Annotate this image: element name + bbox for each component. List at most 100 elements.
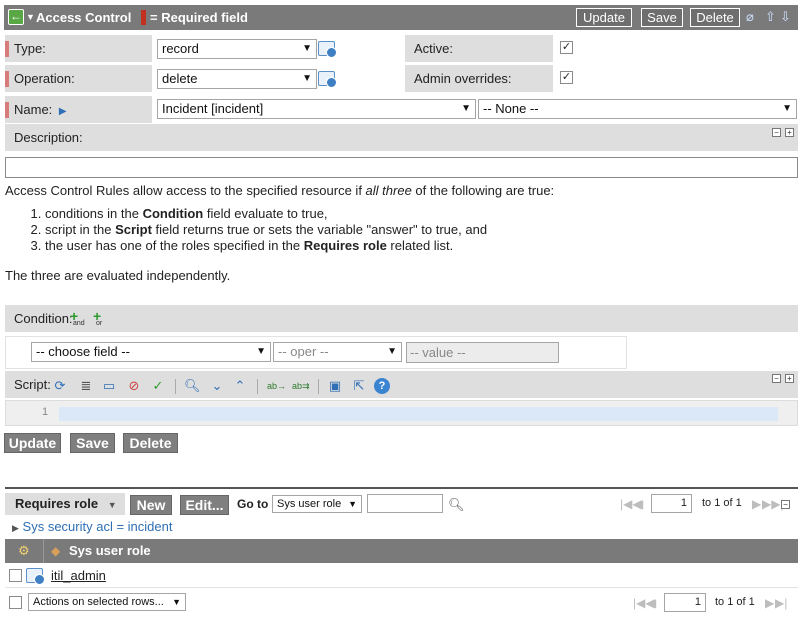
- arrow-up-icon[interactable]: ⇧: [765, 9, 776, 25]
- script-label-cell: Script:: [5, 371, 798, 398]
- page-info: to 1 of 1: [702, 497, 742, 509]
- condition-oper-value: -- oper --: [278, 344, 329, 359]
- reference-lookup-icon[interactable]: [318, 41, 337, 58]
- info-item-strong: Script: [115, 222, 152, 237]
- column-header-sys-user-role[interactable]: Sys user role: [69, 543, 151, 558]
- and-label: and: [73, 320, 85, 327]
- chevron-down-icon: ▼: [172, 597, 181, 607]
- toolbar-divider: [257, 379, 258, 394]
- script-editor[interactable]: 1: [5, 400, 798, 426]
- condition-field-select[interactable]: -- choose field -- ▼: [31, 342, 271, 362]
- help-icon[interactable]: ?: [374, 378, 390, 394]
- next-page-icon[interactable]: ▶: [752, 497, 761, 511]
- search-icon[interactable]: 🔍︎: [448, 497, 465, 513]
- collapse-icon[interactable]: −: [781, 500, 790, 509]
- gear-icon[interactable]: ⚙: [18, 543, 30, 559]
- collapse-icon[interactable]: −: [772, 374, 781, 383]
- toggle-syntax-icon[interactable]: ⟳: [52, 378, 68, 394]
- chevron-down-icon: ▼: [256, 346, 266, 357]
- info-list-item: the user has one of the roles specified …: [45, 238, 795, 254]
- toolbar-divider: [175, 379, 176, 394]
- info-intro: Access Control Rules allow access to the…: [5, 182, 795, 200]
- find-previous-icon[interactable]: ⌃: [232, 378, 248, 394]
- caret-right-icon[interactable]: ▶: [59, 106, 67, 117]
- format-code-icon[interactable]: ≣: [78, 378, 94, 394]
- previous-page-icon[interactable]: ◀: [634, 497, 643, 511]
- form-title: Access Control: [36, 10, 132, 25]
- goto-field-select[interactable]: Sys user role ▼: [272, 495, 362, 513]
- type-select[interactable]: record ▼: [157, 39, 317, 59]
- name-table-select[interactable]: Incident [incident] ▼: [157, 99, 476, 119]
- page-number-input[interactable]: 1: [651, 494, 692, 513]
- actions-value: Actions on selected rows...: [33, 596, 164, 608]
- edit-button[interactable]: Edit...: [180, 495, 229, 515]
- name-label: Name:: [14, 102, 53, 117]
- condition-oper-select[interactable]: -- oper -- ▼: [273, 342, 402, 362]
- chevron-down-icon: ▼: [782, 103, 792, 114]
- save-button[interactable]: Save: [70, 433, 115, 453]
- active-checkbox[interactable]: ✓: [560, 41, 573, 54]
- last-page-icon[interactable]: ▶|: [775, 596, 787, 610]
- find-next-icon[interactable]: ⌄: [209, 378, 225, 394]
- attachment-icon[interactable]: ⌀: [746, 9, 754, 25]
- admin-overrides-checkbox[interactable]: ✓: [560, 71, 573, 84]
- save-button[interactable]: Save: [641, 8, 683, 27]
- collapse-icon[interactable]: −: [772, 128, 781, 137]
- description-textarea[interactable]: [5, 157, 798, 178]
- chevron-down-icon: ▼: [461, 103, 471, 114]
- new-button[interactable]: New: [130, 495, 172, 515]
- requires-role-tab[interactable]: Requires role ▼: [5, 493, 125, 515]
- previous-page-icon[interactable]: ◀: [647, 596, 656, 610]
- fullscreen-icon[interactable]: ⇱: [351, 378, 367, 394]
- column-context-icon[interactable]: ◆: [51, 544, 60, 558]
- actions-select[interactable]: Actions on selected rows... ▼: [28, 593, 186, 611]
- check-syntax-icon[interactable]: ✓: [150, 378, 166, 394]
- filter-breadcrumb[interactable]: ▶ Sys security acl = incident: [12, 519, 172, 534]
- info-item-text: conditions in the: [45, 206, 143, 221]
- name-field-value: -- None --: [483, 101, 539, 116]
- expand-icon[interactable]: +: [785, 128, 794, 137]
- access-rules-info: Access Control Rules allow access to the…: [5, 182, 795, 285]
- reference-lookup-icon[interactable]: [26, 568, 45, 585]
- chevron-down-icon: ▼: [348, 499, 357, 509]
- list-search-input[interactable]: [367, 494, 443, 513]
- search-icon[interactable]: 🔍︎: [184, 378, 201, 394]
- next-page-icon[interactable]: ▶: [765, 596, 774, 610]
- select-all-checkbox[interactable]: [9, 596, 22, 609]
- replace-all-icon[interactable]: ab⇉: [292, 378, 310, 394]
- row-checkbox[interactable]: [9, 569, 22, 582]
- delete-button[interactable]: Delete: [690, 8, 740, 27]
- description-label-cell: Description:: [5, 124, 798, 151]
- active-label: Active:: [414, 41, 454, 56]
- active-label-cell: Active:: [405, 35, 553, 62]
- delete-button[interactable]: Delete: [123, 433, 178, 453]
- remove-comment-icon[interactable]: ⊘: [126, 378, 142, 394]
- name-field-select[interactable]: -- None -- ▼: [478, 99, 797, 119]
- script-active-line[interactable]: [59, 407, 778, 421]
- related-list-title: Requires role: [15, 496, 99, 511]
- info-intro-emphasis: all three: [365, 183, 412, 198]
- reference-lookup-icon[interactable]: [318, 71, 337, 88]
- update-button[interactable]: Update: [576, 8, 632, 27]
- chevron-down-icon: ▼: [302, 73, 312, 84]
- info-list-item: script in the Script field returns true …: [45, 222, 795, 238]
- comment-icon[interactable]: ▭: [101, 378, 117, 394]
- required-marker: [5, 41, 9, 57]
- arrow-down-icon[interactable]: ⇩: [780, 9, 791, 25]
- operation-value: delete: [162, 71, 198, 86]
- replace-icon[interactable]: ab→: [267, 378, 286, 394]
- required-marker: [141, 10, 146, 25]
- expand-icon[interactable]: +: [785, 374, 794, 383]
- condition-value-input[interactable]: -- value --: [406, 342, 559, 363]
- table-row: itil_admin: [5, 563, 798, 588]
- operation-select[interactable]: delete ▼: [157, 69, 317, 89]
- operation-label-cell: Operation:: [5, 65, 152, 92]
- save-script-icon[interactable]: ▣: [327, 378, 343, 394]
- info-item-strong: Condition: [142, 206, 204, 221]
- page-number-input[interactable]: 1: [664, 593, 706, 612]
- info-item-text-end: field returns true or sets the variable …: [151, 222, 488, 237]
- update-button[interactable]: Update: [4, 433, 61, 453]
- role-link[interactable]: itil_admin: [51, 568, 106, 583]
- chevron-down-icon[interactable]: ▼: [26, 12, 35, 22]
- back-arrow-icon[interactable]: ←: [8, 9, 24, 25]
